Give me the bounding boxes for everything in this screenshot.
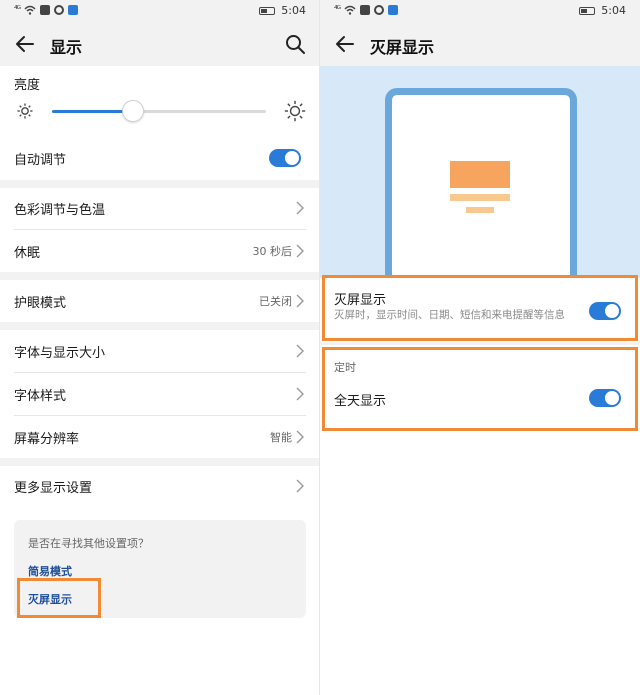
suggestion-title: 是否在寻找其他设置项？ [28,537,149,550]
phone-illustration [385,88,577,288]
brightness-label: 亮度 [14,78,41,93]
status-bar: ⁴ᴳ 5:04 [0,0,320,24]
signal-icon: ⁴ᴳ [334,5,341,15]
display-settings-screen: ⁴ᴳ 5:04 显示 亮度 自动调节 色彩调节与色温 休眠 30 秒后 护眼模式… [0,0,320,695]
chevron-right-icon [296,387,304,401]
simple-mode-link[interactable]: 简易模式 [28,563,72,579]
back-arrow-icon[interactable] [334,33,356,55]
signal-icon: ⁴ᴳ [14,5,21,15]
sleep-label: 休眠 [14,246,41,261]
status-bar: ⁴ᴳ 5:04 [320,0,640,24]
resolution-value: 智能 [270,431,292,444]
auto-adjust-label: 自动调节 [14,153,67,168]
highlight-box [322,275,638,341]
eye-comfort-label: 护眼模式 [14,296,67,311]
section-gap [0,272,320,280]
sync-icon [54,5,64,15]
section-gap [0,322,320,330]
battery-icon [259,6,276,15]
sun-small-icon [17,103,33,119]
chevron-right-icon [296,294,304,308]
chevron-right-icon [296,479,304,493]
more-settings-row[interactable]: 更多显示设置 [0,465,320,507]
resolution-label: 屏幕分辨率 [14,432,80,447]
font-size-label: 字体与显示大小 [14,346,106,361]
sync-icon [374,5,384,15]
page-title: 显示 [50,38,83,57]
app-notification-icon [68,5,78,15]
search-icon[interactable] [284,33,306,55]
always-on-display-screen: ⁴ᴳ 5:04 灭屏显示 灭屏显示 灭屏时，显示时间、日期、短信和来电提醒等信息… [320,0,640,695]
color-temp-label: 色彩调节与色温 [14,203,106,218]
aod-preview-illustration [320,66,640,288]
notification-icon [360,5,370,15]
auto-adjust-toggle[interactable] [269,149,301,167]
font-style-label: 字体样式 [14,389,67,404]
page-title: 灭屏显示 [370,38,435,57]
eye-comfort-row[interactable]: 护眼模式 已关闭 [0,280,320,322]
chevron-right-icon [296,344,304,358]
auto-adjust-row[interactable]: 自动调节 [0,137,320,179]
status-time: 5:04 [601,4,626,17]
notification-icon [40,5,50,15]
status-time: 5:04 [281,4,306,17]
highlight-box [17,578,101,618]
app-bar: 灭屏显示 [320,24,640,66]
chevron-right-icon [296,201,304,215]
color-temp-row[interactable]: 色彩调节与色温 [0,187,320,229]
brightness-slider[interactable] [52,100,266,122]
font-size-row[interactable]: 字体与显示大小 [0,330,320,372]
wifi-icon [344,5,356,15]
sleep-value: 30 秒后 [252,245,293,258]
sun-large-icon [284,100,306,122]
app-bar: 显示 [0,24,320,66]
chevron-right-icon [296,430,304,444]
eye-comfort-value: 已关闭 [259,295,292,308]
wifi-icon [24,5,36,15]
resolution-row[interactable]: 屏幕分辨率 智能 [0,416,320,458]
back-arrow-icon[interactable] [14,33,36,55]
brightness-slider-fill [52,110,134,113]
sleep-row[interactable]: 休眠 30 秒后 [0,230,320,272]
app-notification-icon [388,5,398,15]
chevron-right-icon [296,244,304,258]
battery-icon [579,6,596,15]
font-style-row[interactable]: 字体样式 [0,373,320,415]
highlight-box [322,347,638,431]
more-settings-label: 更多显示设置 [14,481,93,496]
